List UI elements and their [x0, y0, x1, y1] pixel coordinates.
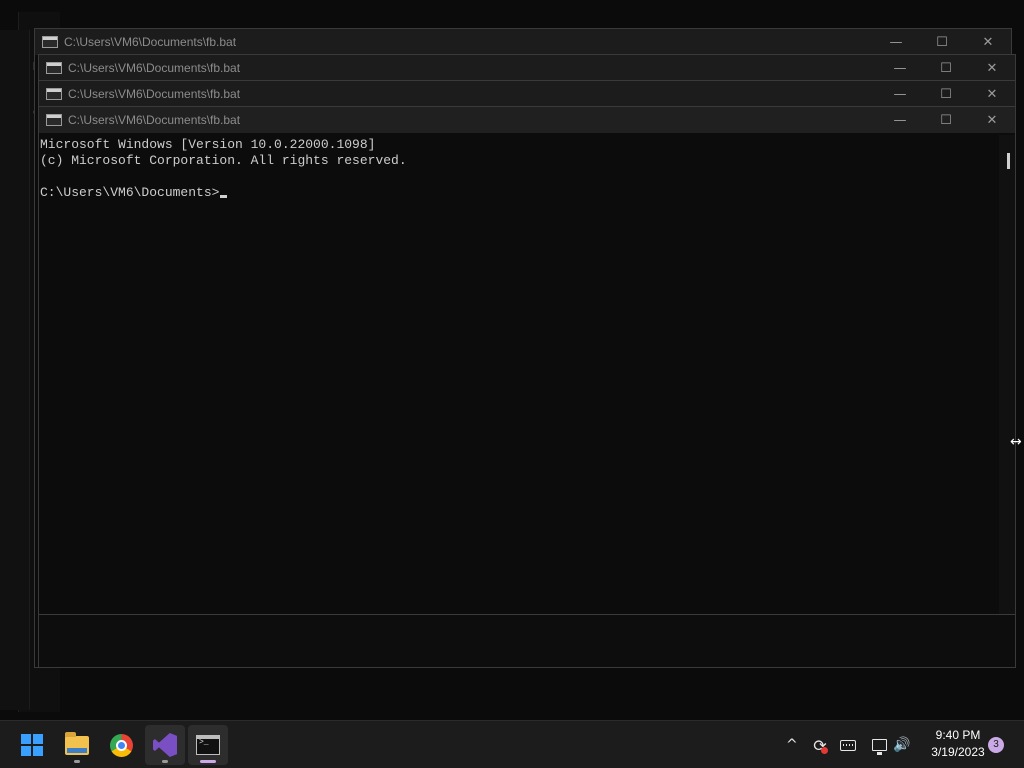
show-hidden-icons-button[interactable]: ^	[786, 721, 806, 768]
running-indicator	[74, 760, 80, 763]
cmd-icon	[42, 36, 58, 48]
console-prompt-line: C:\Users\VM6\Documents>	[40, 185, 999, 201]
taskbar-visual-studio[interactable]	[145, 725, 185, 765]
folder-icon	[65, 731, 89, 755]
console-line: (c) Microsoft Corporation. All rights re…	[40, 153, 407, 168]
taskbar-command-prompt[interactable]	[188, 725, 228, 765]
start-button[interactable]	[12, 725, 52, 765]
title-bar[interactable]: C:\Users\VM6\Documents\fb.bat — ☐ ✕	[35, 29, 1011, 55]
cmd-window-4[interactable]: C:\Users\VM6\Documents\fb.bat — ☐ ✕ Micr…	[38, 106, 1016, 668]
text-cursor	[220, 195, 228, 198]
title-bar[interactable]: C:\Users\VM6\Documents\fb.bat — ☐ ✕	[39, 81, 1015, 107]
taskbar-file-explorer[interactable]	[57, 725, 97, 765]
sync-icon: ⟳	[813, 735, 829, 755]
window-title: C:\Users\VM6\Documents\fb.bat	[68, 113, 241, 127]
close-button[interactable]: ✕	[965, 29, 1011, 55]
cmd-icon	[46, 88, 62, 100]
window-title: C:\Users\VM6\Documents\fb.bat	[68, 87, 241, 101]
minimize-button[interactable]: —	[873, 29, 919, 55]
window-title: C:\Users\VM6\Documents\fb.bat	[68, 61, 241, 75]
maximize-button[interactable]: ☐	[923, 55, 969, 81]
network-button[interactable]	[868, 721, 890, 768]
console-lower-area	[39, 615, 1015, 667]
chrome-icon	[109, 733, 133, 757]
cmd-icon	[46, 62, 62, 74]
sync-status-button[interactable]: ⟳	[808, 721, 832, 768]
minimize-button[interactable]: —	[877, 107, 923, 133]
maximize-button[interactable]: ☐	[923, 81, 969, 107]
windows-logo-icon	[21, 734, 43, 756]
maximize-button[interactable]: ☐	[919, 29, 965, 55]
console-line: Microsoft Windows [Version 10.0.22000.10…	[40, 137, 376, 152]
clock-time: 9:40 PM	[935, 728, 981, 742]
console-prompt: C:\Users\VM6\Documents>	[40, 185, 220, 200]
network-icon	[871, 739, 887, 755]
keyboard-button[interactable]	[836, 721, 860, 768]
window-title: C:\Users\VM6\Documents\fb.bat	[64, 35, 237, 49]
title-bar[interactable]: C:\Users\VM6\Documents\fb.bat — ☐ ✕	[39, 107, 1015, 133]
minimize-button[interactable]: —	[877, 81, 923, 107]
notification-badge[interactable]: 3	[988, 737, 1004, 753]
close-button[interactable]: ✕	[969, 107, 1015, 133]
running-indicator	[162, 760, 168, 763]
taskbar: ^ ⟳ 🔊 9:40 PM 3/19/2023 3	[0, 720, 1024, 768]
active-indicator	[200, 760, 216, 763]
vertical-scrollbar[interactable]	[999, 135, 1015, 615]
console-output[interactable]: Microsoft Windows [Version 10.0.22000.10…	[39, 135, 999, 615]
close-button[interactable]: ✕	[969, 81, 1015, 107]
visual-studio-icon	[153, 733, 177, 757]
taskbar-chrome[interactable]	[101, 725, 141, 765]
maximize-button[interactable]: ☐	[923, 107, 969, 133]
title-bar[interactable]: C:\Users\VM6\Documents\fb.bat — ☐ ✕	[39, 55, 1015, 81]
volume-icon: 🔊	[893, 737, 911, 753]
chevron-up-icon: ^	[786, 737, 798, 753]
terminal-icon	[196, 735, 220, 755]
scrollbar-thumb[interactable]	[1007, 153, 1010, 169]
minimize-button[interactable]: —	[877, 55, 923, 81]
background-window-edge	[0, 30, 30, 710]
cmd-icon	[46, 114, 62, 126]
close-button[interactable]: ✕	[969, 55, 1015, 81]
volume-button[interactable]: 🔊	[892, 721, 916, 768]
resize-cursor-icon: ↔	[1010, 434, 1022, 450]
keyboard-icon	[840, 739, 856, 751]
